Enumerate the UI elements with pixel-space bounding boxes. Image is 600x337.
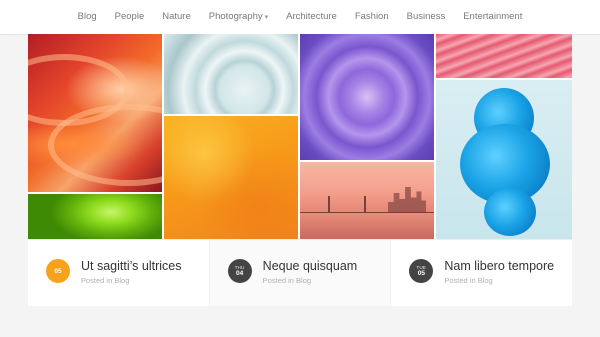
nav-item-fashion[interactable]: Fashion xyxy=(346,0,398,34)
city-skyline xyxy=(388,187,426,214)
nav-item-blog[interactable]: Blog xyxy=(69,0,106,34)
post-category[interactable]: Posted in Blog xyxy=(444,276,492,285)
main-menu: Blog People Nature Photography ▾ Architec… xyxy=(0,0,600,34)
post-category[interactable]: Posted in Blog xyxy=(263,276,311,285)
canyon-image[interactable] xyxy=(28,34,162,192)
water xyxy=(300,213,434,239)
nav-item-entertainment[interactable]: Entertainment xyxy=(454,0,531,34)
date-day: 05 xyxy=(54,267,62,275)
blue-ink-image[interactable] xyxy=(436,80,572,239)
nav-item-architecture[interactable]: Architecture xyxy=(277,0,346,34)
orange-texture-image[interactable] xyxy=(164,116,298,239)
date-day: 04 xyxy=(236,270,244,277)
ink-cloud xyxy=(484,188,536,236)
nav-item-nature[interactable]: Nature xyxy=(153,0,200,34)
nav-item-photography[interactable]: Photography ▾ xyxy=(200,0,277,35)
post-title[interactable]: Neque quisquam xyxy=(263,259,358,273)
date-weekday: TUE xyxy=(416,265,427,270)
post-item[interactable]: 05 Ut sagitti’s ultrices Posted in Blog xyxy=(28,240,210,306)
recent-posts-strip: 05 Ut sagitti’s ultrices Posted in Blog … xyxy=(28,239,572,306)
succulent-image[interactable] xyxy=(300,34,434,160)
chevron-down-icon: ▾ xyxy=(264,13,269,21)
post-item[interactable]: TUE 05 Nam libero tempore Posted in Blog xyxy=(391,240,572,306)
top-navigation-bar: Blog People Nature Photography ▾ Architec… xyxy=(0,0,600,35)
nav-item-business[interactable]: Business xyxy=(398,0,455,34)
date-badge: THU 04 xyxy=(227,259,252,283)
green-abstract-image[interactable] xyxy=(28,194,162,239)
bridge-sunset-image[interactable] xyxy=(300,162,434,239)
date-weekday: THU xyxy=(234,265,245,270)
architecture-image[interactable] xyxy=(164,34,298,114)
post-category[interactable]: Posted in Blog xyxy=(81,276,129,285)
date-badge: 05 xyxy=(46,259,70,283)
featured-image-mosaic xyxy=(28,34,572,239)
post-title[interactable]: Nam libero tempore xyxy=(444,259,554,273)
date-badge: TUE 05 xyxy=(409,259,434,283)
date-day: 05 xyxy=(417,270,425,277)
post-title[interactable]: Ut sagitti’s ultrices xyxy=(81,259,182,273)
pink-sand-image[interactable] xyxy=(436,34,572,78)
nav-item-photography-label: Photography xyxy=(208,10,263,22)
nav-item-people[interactable]: People xyxy=(106,0,154,34)
post-item[interactable]: THU 04 Neque quisquam Posted in Blog xyxy=(209,240,392,306)
